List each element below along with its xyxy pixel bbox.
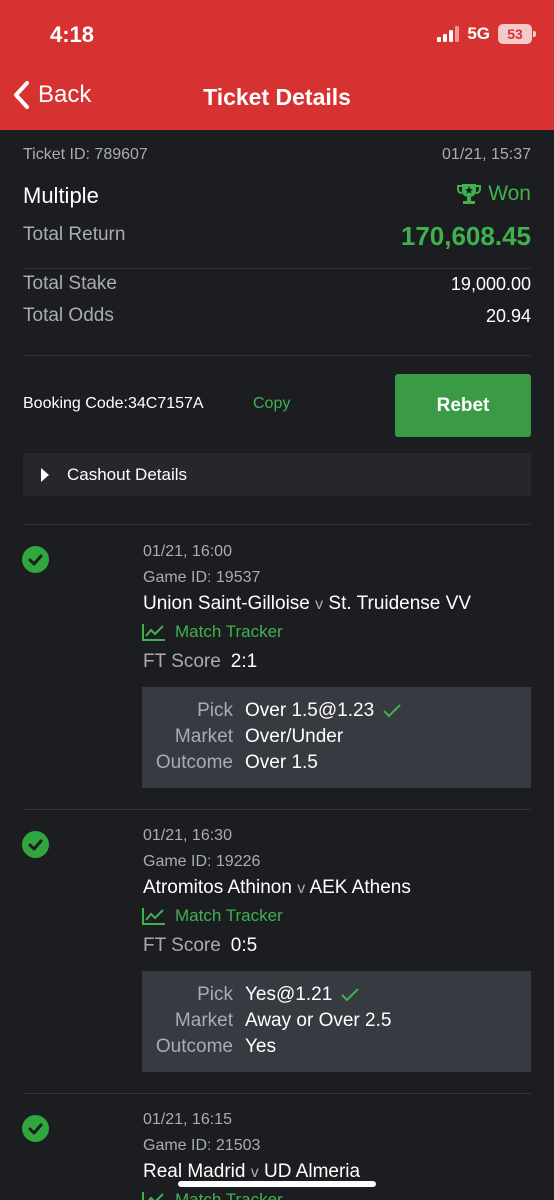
match-tracker-label: Match Tracker <box>175 1190 283 1200</box>
chart-line-icon <box>142 908 165 925</box>
ft-score-value: 2:1 <box>230 651 258 672</box>
home-team: Atromitos Athinon <box>143 877 292 898</box>
home-indicator[interactable] <box>178 1181 376 1187</box>
pick-details: Pick Yes@1.21 Market Away or Over 2.5 Ou… <box>142 971 531 1072</box>
caret-right-icon <box>41 467 49 482</box>
page-title: Ticket Details <box>203 84 351 110</box>
ft-score-value: 0:5 <box>230 935 258 956</box>
match-tracker-link[interactable]: Match Tracker <box>142 622 283 642</box>
divider <box>23 809 531 810</box>
outcome-value: Over 1.5 <box>245 752 318 773</box>
chart-line-icon <box>142 624 165 641</box>
check-circle-icon <box>22 831 49 858</box>
game-id: Game ID: 19537 <box>143 569 261 586</box>
copy-button[interactable]: Copy <box>253 395 290 413</box>
status-badge: Won <box>456 182 531 206</box>
game-id: Game ID: 21503 <box>143 1137 261 1154</box>
pick-label: Pick <box>197 984 233 1005</box>
status-time: 4:18 <box>50 22 95 47</box>
chart-line-icon <box>142 1192 164 1200</box>
ft-score: FT Score 2:1 <box>143 651 257 673</box>
market-label: Market <box>174 726 233 747</box>
game-date: 01/21, 16:00 <box>143 543 232 560</box>
cashout-label: Cashout Details <box>67 464 188 484</box>
game-teams: Atromitos Athinon v AEK Athens <box>143 877 411 899</box>
market-label: Market <box>174 1010 233 1031</box>
total-stake-label: Total Stake <box>23 273 117 294</box>
checkmark-icon <box>341 988 359 1002</box>
match-tracker-link[interactable]: Match Tracker <box>142 1190 283 1200</box>
pick-value-wrap: Yes@1.21 <box>245 984 360 1006</box>
total-odds-value: 20.94 <box>485 306 531 326</box>
total-odds-label: Total Odds <box>23 305 114 326</box>
away-team: St. Truidense VV <box>328 593 471 614</box>
away-team: UD Almeria <box>264 1161 361 1182</box>
signal-icon <box>437 26 460 42</box>
divider <box>23 355 531 356</box>
market-value: Over/Under <box>245 726 344 747</box>
trophy-icon <box>457 184 482 204</box>
pick-details: Pick Over 1.5@1.23 Market Over/Under Out… <box>142 687 531 788</box>
game-date: 01/21, 16:15 <box>143 1111 232 1128</box>
pick-value-wrap: Over 1.5@1.23 <box>245 700 402 722</box>
versus-label: v <box>297 880 306 897</box>
match-tracker-link[interactable]: Match Tracker <box>142 906 283 926</box>
status-indicators: 5G 53 <box>437 24 536 44</box>
pick-label: Pick <box>197 700 233 721</box>
ticket-id: Ticket ID: 789607 <box>23 146 148 163</box>
booking-code: Booking Code:34C7157A <box>23 395 204 412</box>
divider <box>23 268 531 269</box>
match-tracker-label: Match Tracker <box>175 622 283 641</box>
game-date: 01/21, 16:30 <box>143 827 232 844</box>
versus-label: v <box>250 1164 259 1181</box>
home-team: Real Madrid <box>143 1161 246 1182</box>
checkmark-icon <box>383 704 401 718</box>
total-stake-value: 19,000.00 <box>450 274 531 294</box>
outcome-label: Outcome <box>155 1036 233 1057</box>
pick-value: Over 1.5@1.23 <box>245 700 375 721</box>
battery-level: 53 <box>507 26 523 42</box>
rebet-button[interactable]: Rebet <box>395 374 531 437</box>
total-return-label: Total Return <box>23 224 126 245</box>
game-id: Game ID: 19226 <box>143 853 261 870</box>
market-value: Away or Over 2.5 <box>245 1010 392 1031</box>
game-teams: Real Madrid v UD Almeria <box>143 1161 360 1183</box>
ticket-datetime: 01/21, 15:37 <box>442 146 531 163</box>
app-header: 4:18 5G 53 Back Ticket Details <box>0 0 554 130</box>
ft-score-label: FT Score <box>143 651 221 672</box>
versus-label: v <box>315 596 324 613</box>
battery-icon: 53 <box>498 24 536 44</box>
check-circle-icon <box>22 1115 49 1142</box>
outcome-label: Outcome <box>155 752 233 773</box>
pick-value: Yes@1.21 <box>245 984 333 1005</box>
outcome-value: Yes <box>245 1036 276 1057</box>
bet-type: Multiple <box>23 183 99 208</box>
total-return-value: 170,608.45 <box>400 221 531 251</box>
match-tracker-label: Match Tracker <box>175 906 283 925</box>
check-circle-icon <box>22 546 49 573</box>
game-teams: Union Saint-Gilloise v St. Truidense VV <box>143 593 471 615</box>
away-team: AEK Athens <box>309 877 411 898</box>
network-type: 5G <box>467 24 490 43</box>
divider <box>23 524 531 525</box>
ft-score-label: FT Score <box>143 935 221 956</box>
status-text: Won <box>488 182 531 205</box>
ft-score: FT Score 0:5 <box>143 935 257 957</box>
home-team: Union Saint-Gilloise <box>143 593 310 614</box>
cashout-details-toggle[interactable]: Cashout Details <box>23 453 531 496</box>
